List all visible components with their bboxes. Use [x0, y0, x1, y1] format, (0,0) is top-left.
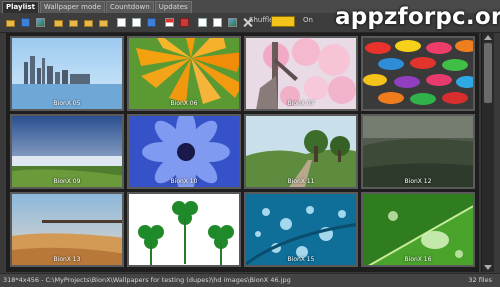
scroll-down-icon[interactable] — [484, 265, 492, 270]
tab-updates[interactable]: Updates — [154, 1, 192, 13]
document-icon[interactable] — [196, 16, 209, 29]
refresh-icon[interactable] — [145, 16, 158, 29]
thumbnail-caption: BionX 07 — [287, 100, 315, 107]
thumbnail[interactable]: BionX 10 — [127, 114, 241, 189]
shuffle-label: Shuffle — [249, 16, 274, 24]
thumbnail-caption: BionX 13 — [53, 256, 81, 263]
thumbnail[interactable]: BionX 06 — [127, 36, 241, 111]
thumbnail-grid: BionX 05 BionX 06 BionX 07 BionX 09 Bion… — [6, 33, 479, 272]
on-label: On — [303, 16, 313, 24]
save-icon[interactable] — [19, 16, 32, 29]
status-path: 318*4x456 - C:\MyProjects\BionX\Wallpape… — [3, 276, 291, 284]
tab-wallpaper-mode[interactable]: Wallpaper mode — [39, 1, 106, 13]
tab-playlist[interactable]: Playlist — [2, 1, 39, 13]
folder-icon[interactable] — [97, 16, 110, 29]
app-window: Playlist Wallpaper mode Countdown Update… — [0, 0, 500, 287]
thumbnail[interactable]: BionX 09 — [10, 114, 124, 189]
folder-open-icon[interactable] — [4, 16, 17, 29]
document-icon[interactable] — [211, 16, 224, 29]
flag-icon[interactable] — [163, 16, 176, 29]
thumbnail[interactable]: BionX 11 — [244, 114, 358, 189]
error-icon[interactable] — [178, 16, 191, 29]
thumbnail[interactable] — [361, 36, 475, 111]
tab-countdown[interactable]: Countdown — [106, 1, 154, 13]
thumbnail-image — [363, 38, 473, 109]
scrollbar-thumb[interactable] — [484, 43, 492, 103]
thumbnail-caption: BionX 15 — [287, 256, 315, 263]
thumbnail-caption: BionX 06 — [170, 100, 198, 107]
thumbnail[interactable] — [127, 192, 241, 267]
thumbnail[interactable]: BionX 16 — [361, 192, 475, 267]
watermark: appzforpc.org — [335, 4, 500, 30]
thumbnail-caption: BionX 09 — [53, 178, 81, 185]
thumbnail-caption: BionX 16 — [404, 256, 432, 263]
shuffle-toggle[interactable] — [271, 16, 295, 27]
thumbnail[interactable]: BionX 12 — [361, 114, 475, 189]
status-bar: 318*4x456 - C:\MyProjects\BionX\Wallpape… — [0, 273, 500, 287]
vertical-scrollbar[interactable] — [481, 33, 494, 272]
image-icon[interactable] — [34, 16, 47, 29]
scroll-up-icon[interactable] — [484, 35, 492, 40]
thumbnail[interactable]: BionX 13 — [10, 192, 124, 267]
status-file-count: 32 files — [468, 276, 492, 284]
document-icon[interactable] — [115, 16, 128, 29]
folder-icon[interactable] — [67, 16, 80, 29]
folder-icon[interactable] — [52, 16, 65, 29]
thumbnail[interactable]: BionX 05 — [10, 36, 124, 111]
image-icon[interactable] — [226, 16, 239, 29]
thumbnail[interactable]: BionX 15 — [244, 192, 358, 267]
thumbnail-caption: BionX 12 — [404, 178, 432, 185]
thumbnail-caption: BionX 05 — [53, 100, 81, 107]
thumbnail-caption: BionX 10 — [170, 178, 198, 185]
thumbnail-image — [129, 194, 239, 265]
document-icon[interactable] — [130, 16, 143, 29]
thumbnail-caption: BionX 11 — [287, 178, 315, 185]
folder-icon[interactable] — [82, 16, 95, 29]
thumbnail[interactable]: BionX 07 — [244, 36, 358, 111]
